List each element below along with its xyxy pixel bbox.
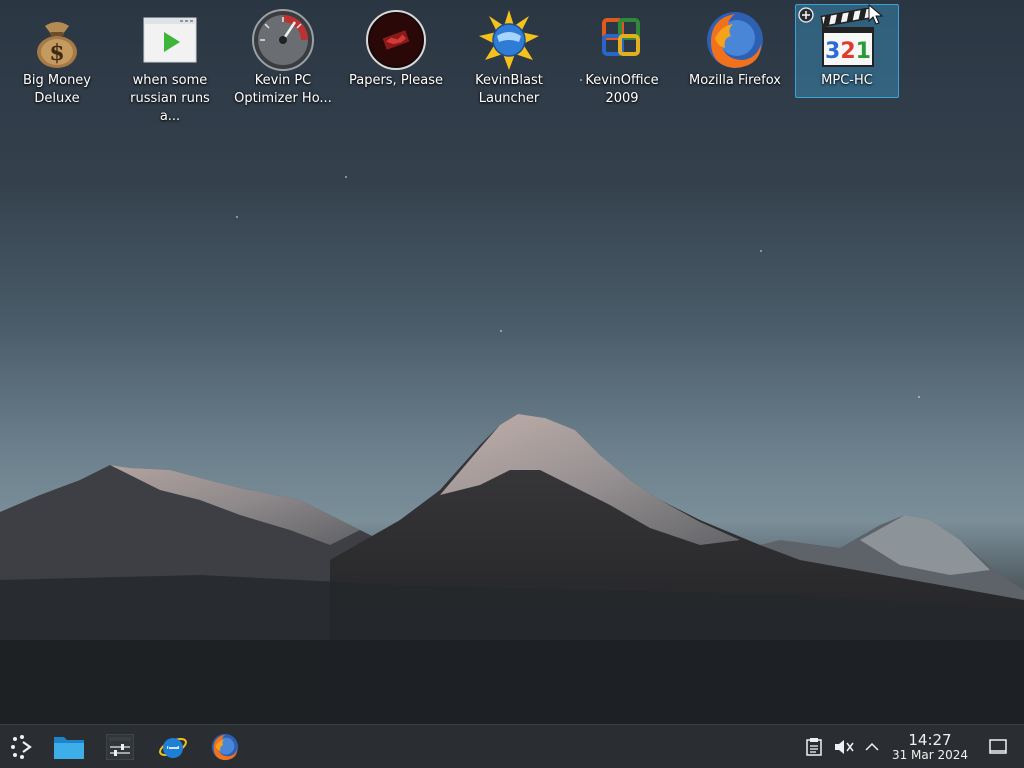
star <box>918 396 920 398</box>
volume-tray-button[interactable] <box>832 735 856 759</box>
taskbar: 14:27 31 Mar 2024 <box>0 724 1024 768</box>
speedometer-icon <box>251 8 315 72</box>
desktop-icon-label: KevinBlast Launcher <box>475 73 543 106</box>
svg-text:321: 321 <box>825 39 871 64</box>
desktop-icon-big-money-deluxe[interactable]: $ Big Money Deluxe <box>5 4 109 106</box>
star <box>345 176 347 178</box>
desktop-icon-label: Mozilla Firefox <box>689 73 781 88</box>
application-launcher-button[interactable] <box>6 731 38 763</box>
desktop-icon-label: Kevin PC Optimizer Ho... <box>234 73 332 106</box>
desktop-icon-video-file[interactable]: when some russian runs a... <box>118 4 222 124</box>
mpc-digit: 2 <box>840 39 855 64</box>
firefox-icon <box>703 8 767 72</box>
desktop-icon-label: Papers, Please <box>348 73 444 88</box>
system-settings-button[interactable] <box>104 731 136 763</box>
office-icon <box>590 8 654 72</box>
clock-date[interactable]: 31 Mar 2024 <box>886 748 974 762</box>
money-bag-icon: $ <box>25 8 89 72</box>
speaker-muted-icon <box>835 740 854 754</box>
internet-explorer-button[interactable] <box>157 731 189 763</box>
desktop-icon-kevinblast-launcher[interactable]: KevinBlast Launcher <box>457 4 561 106</box>
svg-text:$: $ <box>49 40 64 66</box>
file-manager-button[interactable] <box>53 731 85 763</box>
desktop-icon-papers-please[interactable]: Papers, Please <box>344 4 448 98</box>
add-to-selection-icon[interactable] <box>798 7 814 23</box>
firefox-taskbar-button[interactable] <box>209 731 241 763</box>
clipboard-tray-button[interactable] <box>802 735 826 759</box>
mpc-digit: 3 <box>825 39 840 64</box>
desktop-icon-mozilla-firefox[interactable]: Mozilla Firefox <box>683 4 787 98</box>
show-desktop-icon <box>989 739 1007 754</box>
star <box>760 250 762 252</box>
show-desktop-button[interactable] <box>986 735 1010 759</box>
firefox-icon <box>211 733 239 761</box>
expand-tray-button[interactable] <box>860 735 884 759</box>
desktop-icon-label: Big Money Deluxe <box>22 73 91 106</box>
video-file-icon <box>138 8 202 72</box>
internet-explorer-icon <box>159 737 187 758</box>
desktop[interactable]: $ Big Money Deluxe when some russian run… <box>0 0 1024 724</box>
kde-launcher-icon <box>11 735 32 759</box>
globe-sun-icon <box>477 8 541 72</box>
mpc-digit: 1 <box>856 39 871 64</box>
papers-please-icon <box>364 8 428 72</box>
desktop-icon-label: when some russian runs a... <box>130 73 210 124</box>
clipboard-icon <box>806 738 822 756</box>
star <box>500 330 502 332</box>
desktop-icon-kevinoffice-2009[interactable]: KevinOffice 2009 <box>570 4 674 106</box>
folder-icon <box>54 737 84 759</box>
chevron-up-icon <box>865 742 879 751</box>
desktop-icon-label: MPC-HC <box>821 73 873 88</box>
desktop-icon-label: KevinOffice 2009 <box>585 73 659 106</box>
mouse-cursor-icon <box>868 4 884 25</box>
star <box>236 216 238 218</box>
settings-sliders-icon <box>106 734 134 760</box>
desktop-icon-kevin-pc-optimizer[interactable]: Kevin PC Optimizer Ho... <box>231 4 335 106</box>
clock-time[interactable]: 14:27 <box>890 732 970 749</box>
